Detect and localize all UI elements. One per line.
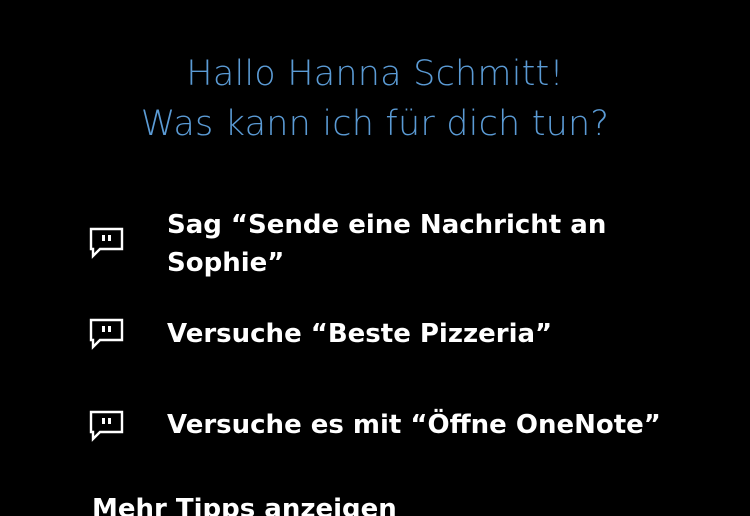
tip-text[interactable]: Versuche es mit “Öffne OneNote” [167, 406, 707, 444]
speech-bubble-icon [89, 318, 124, 350]
cortana-home: Hallo Hanna Schmitt! Was kann ich für di… [0, 0, 750, 516]
more-tips-link[interactable]: Mehr Tipps anzeigen [92, 491, 397, 516]
speech-bubble-icon [89, 227, 124, 259]
tip-text[interactable]: Versuche “Beste Pizzeria” [167, 315, 707, 353]
tips-list: Sag “Sende eine Nachricht an Sophie” Ver… [0, 0, 750, 516]
tip-text[interactable]: Sag “Sende eine Nachricht an Sophie” [167, 206, 707, 282]
speech-bubble-icon [89, 410, 124, 442]
